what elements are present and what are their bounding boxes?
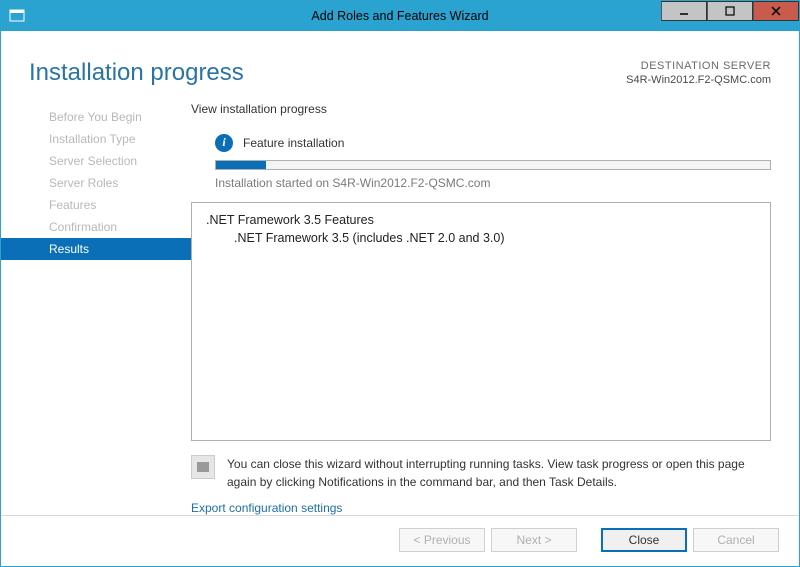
progress-bar (215, 160, 771, 170)
wizard-footer: < Previous Next > Close Cancel (1, 515, 799, 566)
progress-message: Installation started on S4R-Win2012.F2-Q… (215, 176, 771, 190)
destination-server: S4R-Win2012.F2-QSMC.com (626, 73, 771, 87)
window-controls (661, 1, 799, 31)
header-row: Installation progress DESTINATION SERVER… (1, 31, 799, 88)
progress-fill (216, 161, 266, 169)
app-icon (9, 8, 25, 24)
minimize-button[interactable] (661, 1, 707, 21)
wizard-window: Add Roles and Features Wizard Installati… (0, 0, 800, 567)
sidebar-item-results: Results (1, 238, 191, 260)
wizard-sidebar: Before You Begin Installation Type Serve… (1, 102, 191, 515)
close-window-button[interactable] (753, 1, 799, 21)
status-text: Feature installation (243, 136, 344, 150)
info-icon: i (215, 134, 233, 152)
flag-icon (191, 455, 215, 479)
wizard-body: Installation progress DESTINATION SERVER… (1, 31, 799, 566)
sidebar-item-server-selection: Server Selection (1, 150, 191, 172)
cancel-button: Cancel (693, 528, 779, 552)
content-panel: View installation progress i Feature ins… (191, 102, 771, 515)
destination-info: DESTINATION SERVER S4R-Win2012.F2-QSMC.c… (626, 59, 771, 88)
note-row: You can close this wizard without interr… (191, 455, 771, 491)
next-button: Next > (491, 528, 577, 552)
close-button[interactable]: Close (601, 528, 687, 552)
previous-button: < Previous (399, 528, 485, 552)
export-config-link[interactable]: Export configuration settings (191, 501, 771, 515)
titlebar[interactable]: Add Roles and Features Wizard (1, 1, 799, 31)
sidebar-item-installation-type: Installation Type (1, 128, 191, 150)
feature-child: .NET Framework 3.5 (includes .NET 2.0 an… (234, 231, 756, 245)
sidebar-item-server-roles: Server Roles (1, 172, 191, 194)
feature-list: .NET Framework 3.5 Features .NET Framewo… (191, 202, 771, 441)
maximize-button[interactable] (707, 1, 753, 21)
feature-parent: .NET Framework 3.5 Features (206, 213, 756, 227)
status-row: i Feature installation (215, 134, 771, 152)
sidebar-item-confirmation: Confirmation (1, 216, 191, 238)
note-text: You can close this wizard without interr… (227, 455, 771, 491)
page-title: Installation progress (29, 59, 626, 87)
main-area: Before You Begin Installation Type Serve… (1, 88, 799, 515)
sidebar-item-before-you-begin: Before You Begin (1, 106, 191, 128)
section-label: View installation progress (191, 102, 771, 116)
sidebar-item-features: Features (1, 194, 191, 216)
destination-label: DESTINATION SERVER (626, 59, 771, 73)
